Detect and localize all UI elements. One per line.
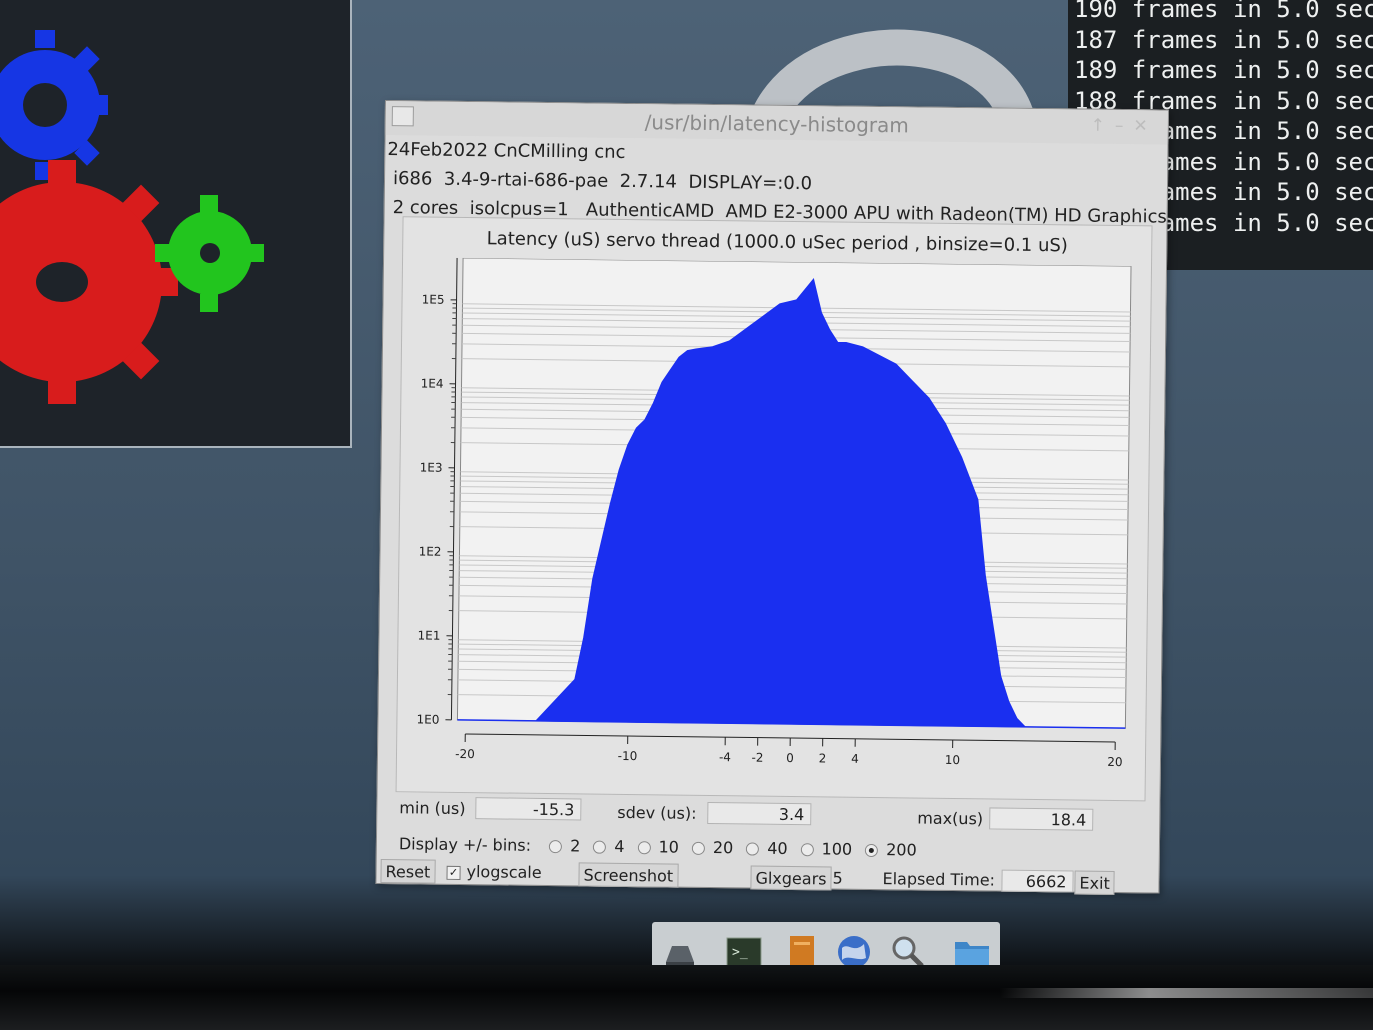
x-tick-label: -20 xyxy=(455,747,475,761)
svg-text:>_: >_ xyxy=(732,945,748,960)
radio-dot-icon[interactable] xyxy=(691,841,705,855)
bins-radio-20[interactable]: 20 xyxy=(691,838,734,858)
blue-gear xyxy=(0,30,108,180)
radio-dot-icon[interactable] xyxy=(865,843,879,858)
min-value-field: -15.3 xyxy=(475,797,582,821)
minimize-icon[interactable]: – xyxy=(1115,116,1134,136)
gears-graphic xyxy=(0,30,264,404)
bins-label: Display +/- bins: xyxy=(398,834,532,855)
bins-radio-label: 100 xyxy=(821,839,853,859)
x-tick-label: 2 xyxy=(819,751,827,765)
y-tick-label: 1E0 xyxy=(416,712,439,726)
bins-radio-label: 2 xyxy=(570,836,581,856)
y-tick-label: 1E3 xyxy=(420,460,443,474)
y-tick-label: 1E2 xyxy=(419,544,442,558)
bins-radio-100[interactable]: 100 xyxy=(800,839,853,859)
window-title: /usr/bin/latency-histogram xyxy=(644,110,909,138)
radio-dot-icon[interactable] xyxy=(593,840,607,854)
maximize-icon[interactable]: ↑ xyxy=(1091,116,1115,136)
x-tick-label: 20 xyxy=(1107,755,1122,769)
glxgears-window xyxy=(0,0,352,448)
bins-radio-label: 20 xyxy=(712,838,734,858)
exit-button[interactable]: Exit xyxy=(1074,870,1115,895)
close-icon[interactable]: ✕ xyxy=(1133,116,1157,136)
screenshot-button[interactable]: Screenshot xyxy=(578,862,679,888)
bins-radio-4[interactable]: 4 xyxy=(593,836,625,856)
x-tick-label: -10 xyxy=(618,749,638,763)
bins-radio-label: 200 xyxy=(886,840,917,860)
ylogscale-checkbox[interactable]: ✓ ylogscale xyxy=(446,862,542,882)
bins-radio-10[interactable]: 10 xyxy=(637,837,679,857)
histogram-plot: Latency (uS) servo thread (1000.0 uSec p… xyxy=(395,216,1153,802)
red-gear xyxy=(0,160,178,404)
elapsed-label: Elapsed Time: xyxy=(882,869,996,890)
x-tick-label: 10 xyxy=(945,753,960,767)
sdev-value-field: 3.4 xyxy=(707,801,812,826)
chart-title: Latency (uS) servo thread (1000.0 uSec p… xyxy=(486,228,1069,257)
window-titlebar[interactable]: /usr/bin/latency-histogram ↑–✕ xyxy=(385,101,1168,145)
bezel-glare xyxy=(1000,988,1373,998)
elapsed-value-field: 6662 xyxy=(1001,869,1074,893)
terminal-line: 189 frames in 5.0 sec xyxy=(1074,56,1373,84)
x-tick-label: 0 xyxy=(786,751,794,765)
terminal-line: 187 frames in 5.0 sec xyxy=(1074,25,1373,54)
radio-dot-icon[interactable] xyxy=(549,840,563,854)
bins-radio-label: 40 xyxy=(767,838,788,858)
y-tick-label: 1E1 xyxy=(418,628,441,642)
bins-radio-group: Display +/- bins: 2 4 10 20 40 100 200 xyxy=(399,834,917,859)
bins-radio-label: 4 xyxy=(614,836,625,856)
bins-radio-2[interactable]: 2 xyxy=(549,836,580,855)
y-axis-line xyxy=(450,257,458,720)
bins-radio-40[interactable]: 40 xyxy=(746,838,788,858)
terminal-line: 190 frames in 5.0 sec xyxy=(1074,0,1373,23)
radio-dot-icon[interactable] xyxy=(637,841,651,855)
radio-dot-icon[interactable] xyxy=(746,842,760,856)
checkbox-check-icon[interactable]: ✓ xyxy=(446,865,461,880)
sdev-label: sdev (us): xyxy=(617,802,697,823)
window-controls: ↑–✕ xyxy=(1091,116,1158,137)
x-tick-label: -4 xyxy=(719,750,731,764)
glxgears-count: 5 xyxy=(832,868,843,888)
histogram-chart: 1E01E11E21E31E41E5-20 -10 -4 -2 0 2 4 10 20 xyxy=(416,257,1132,769)
min-label: min (us) xyxy=(399,798,466,819)
max-label: max(us) xyxy=(917,808,984,829)
x-tick-label: -2 xyxy=(751,751,763,765)
reset-button[interactable]: Reset xyxy=(380,859,436,884)
max-value-field: 18.4 xyxy=(989,807,1094,831)
ylogscale-label: ylogscale xyxy=(466,862,542,882)
y-tick-label: 1E5 xyxy=(422,292,445,306)
glxgears-button[interactable]: Glxgears xyxy=(750,865,832,891)
radio-dot-icon[interactable] xyxy=(800,843,814,857)
bins-radio-200[interactable]: 200 xyxy=(865,840,917,860)
latency-histogram-window: /usr/bin/latency-histogram ↑–✕ 24Feb2022… xyxy=(375,100,1169,895)
info-line-kernel: i686 3.4-9-rtai-686-pae 2.7.14 DISPLAY=:… xyxy=(392,168,813,195)
info-line-host: 24Feb2022 CnCMilling cnc xyxy=(387,139,626,163)
bins-radio-label: 10 xyxy=(658,837,680,857)
y-tick-label: 1E4 xyxy=(421,376,444,390)
x-tick-label: 4 xyxy=(851,752,859,766)
